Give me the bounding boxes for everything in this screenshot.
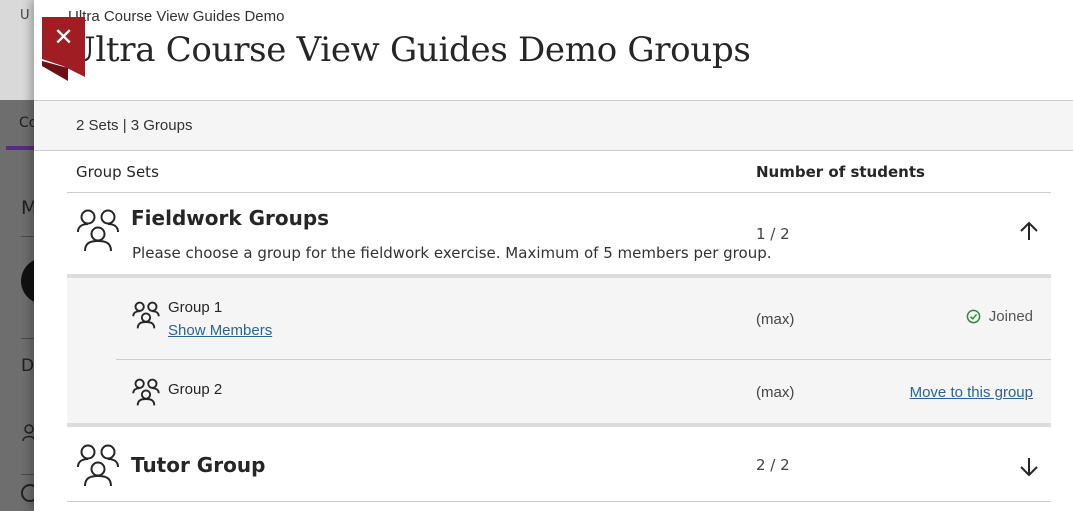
group-small-icon bbox=[132, 378, 160, 406]
joined-status: Joined bbox=[966, 308, 1033, 325]
arrow-down-icon[interactable] bbox=[1017, 455, 1041, 479]
joined-label: Joined bbox=[988, 308, 1033, 325]
breadcrumb: Ultra Course View Guides Demo bbox=[68, 8, 285, 25]
show-members-link[interactable]: Show Members bbox=[168, 322, 272, 339]
group-small-icon bbox=[132, 301, 160, 329]
group-set-student-count: 2 / 2 bbox=[756, 456, 790, 474]
column-header-group-sets: Group Sets bbox=[76, 163, 159, 181]
column-header-number-of-students: Number of students bbox=[756, 163, 925, 181]
background-tab-underline bbox=[6, 146, 36, 150]
column-headers: Group Sets Number of students bbox=[67, 151, 1051, 193]
divider bbox=[67, 501, 1051, 502]
groups-panel: ✕ Ultra Course View Guides Demo Ultra Co… bbox=[34, 0, 1073, 511]
summary-bar: 2 Sets | 3 Groups bbox=[34, 100, 1073, 151]
group-max: (max) bbox=[756, 311, 795, 328]
group-row-group-2: Group 2 (max) Move to this group bbox=[116, 360, 1051, 423]
group-set-student-count: 1 / 2 bbox=[756, 225, 790, 243]
close-icon: ✕ bbox=[53, 23, 74, 51]
background-letter-u: U bbox=[20, 8, 30, 23]
group-max: (max) bbox=[756, 384, 795, 401]
move-to-group-link[interactable]: Move to this group bbox=[910, 384, 1033, 401]
sets-groups-summary: 2 Sets | 3 Groups bbox=[76, 117, 193, 134]
group-set-fieldwork: Fieldwork Groups Please choose a group f… bbox=[67, 193, 1051, 274]
background-letter-d: D bbox=[21, 356, 35, 376]
group-name: Group 1 bbox=[168, 299, 223, 316]
group-set-description: Please choose a group for the fieldwork … bbox=[132, 244, 772, 262]
group-icon bbox=[77, 444, 119, 487]
group-set-title: Fieldwork Groups bbox=[131, 206, 330, 230]
group-set-title: Tutor Group bbox=[131, 453, 266, 477]
groups-list: Group 1 Show Members (max) Joined Group … bbox=[67, 274, 1051, 427]
group-icon bbox=[77, 209, 119, 252]
check-circle-icon bbox=[966, 309, 981, 324]
group-row-group-1: Group 1 Show Members (max) Joined bbox=[116, 278, 1051, 360]
group-name: Group 2 bbox=[168, 381, 223, 398]
group-set-tutor: Tutor Group 2 / 2 bbox=[67, 431, 1051, 501]
page-title: Ultra Course View Guides Demo Groups bbox=[67, 30, 751, 70]
arrow-up-icon[interactable] bbox=[1017, 219, 1041, 243]
